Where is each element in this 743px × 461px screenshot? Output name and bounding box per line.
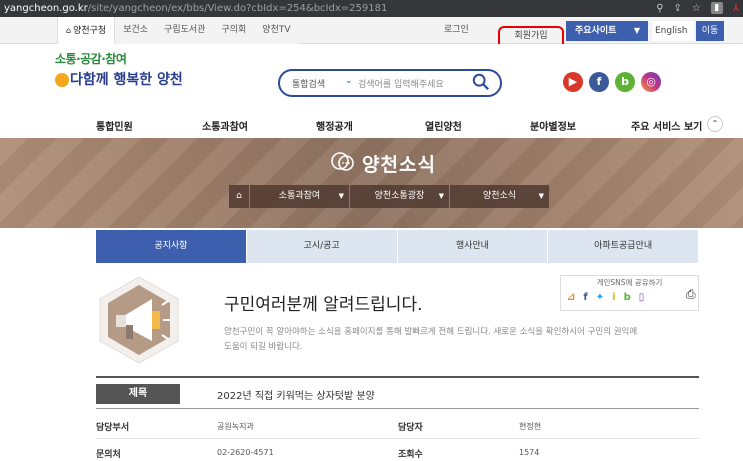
notice-heading: 구민여러분께 알려드립니다. bbox=[224, 295, 423, 315]
sns-links: ▶ f b ◎ bbox=[563, 72, 661, 92]
dept-value: 공원녹지과 bbox=[217, 422, 254, 431]
title-label: 제목 bbox=[96, 384, 180, 404]
facebook-icon[interactable]: f bbox=[583, 292, 587, 303]
pdf-extension-icon[interactable]: ⅄ bbox=[733, 0, 739, 17]
post-detail-table: 제목 2022년 직접 키워먹는 상자텃밭 분양 담당부서 공원녹지과 담당자 … bbox=[96, 376, 699, 461]
search-bar: 통합검색 ⌄ 검색어를 입력해주세요 bbox=[278, 69, 502, 97]
site-logo[interactable]: 소통·공감·참여 다함께 행복한 양천 bbox=[55, 50, 205, 100]
facebook-icon[interactable]: f bbox=[589, 72, 609, 92]
tab-council[interactable]: 구의회 bbox=[213, 17, 255, 44]
tab-yangcheon-tv[interactable]: 양천TV bbox=[254, 17, 299, 44]
post-title: 2022년 직접 키워먹는 상자텃밭 분양 bbox=[217, 391, 375, 402]
blog-icon[interactable]: b bbox=[615, 72, 635, 92]
breadcrumb-communication[interactable]: 소통과참여 ▼ bbox=[250, 185, 350, 208]
top-navigation: ⌂ 양천구청 보건소 구립도서관 구의회 양천TV 로그인 회원가입 주요사이트 ▼… bbox=[0, 17, 743, 56]
search-scope-select[interactable]: 통합검색 bbox=[292, 77, 325, 90]
caret-down-icon: ▼ bbox=[538, 192, 544, 200]
tab-announcements[interactable]: 고시/공고 bbox=[246, 230, 398, 263]
chevron-down-icon: ▼ bbox=[633, 26, 640, 35]
caret-down-icon: ▼ bbox=[438, 192, 444, 200]
extension-icon[interactable]: ▮ bbox=[710, 2, 723, 14]
menu-main-services[interactable]: 주요 서비스 보기 bbox=[631, 118, 702, 133]
site-header: 소통·공감·참여 다함께 행복한 양천 통합검색 ⌄ 검색어를 입력해주세요 ▶… bbox=[0, 44, 743, 111]
breadcrumb-news[interactable]: 양천소식 ▼ bbox=[450, 185, 550, 208]
tab-events[interactable]: 행사안내 bbox=[397, 230, 549, 263]
tab-yangcheon-office[interactable]: ⌂ 양천구청 bbox=[57, 17, 116, 44]
caret-down-icon: ▼ bbox=[338, 192, 344, 200]
share-label: 게인SNS에 공유하기 bbox=[596, 278, 663, 287]
main-menu: 통합민원 소통과참여 행정공개 열린양천 분야별정보 주요 서비스 보기 ⌃ bbox=[0, 111, 743, 138]
star-icon[interactable]: ☆ bbox=[692, 0, 701, 17]
chevron-down-icon[interactable]: ⌄ bbox=[345, 76, 353, 86]
blog-icon[interactable]: b bbox=[624, 292, 631, 303]
manager-value: 현정현 bbox=[519, 422, 542, 431]
chevron-up-icon[interactable]: ⌃ bbox=[707, 116, 723, 132]
logo-slogan: 소통·공감·참여 bbox=[55, 52, 127, 66]
kakaostory-icon[interactable]: ⅰ bbox=[612, 292, 615, 303]
menu-administration[interactable]: 행정공개 bbox=[316, 118, 353, 133]
go-button[interactable]: 이동 bbox=[696, 21, 724, 41]
print-icon[interactable]: ⎙ bbox=[686, 287, 696, 302]
notice-intro: 구민여러분께 알려드립니다. 양천구민이 꼭 알아야하는 소식을 홈페이지를 통… bbox=[96, 275, 699, 365]
home-icon[interactable]: ⌂ bbox=[229, 185, 250, 208]
language-select[interactable]: English ⌄ bbox=[652, 21, 694, 56]
contact-value: 02-2620-4571 bbox=[217, 448, 274, 457]
logo-text: 다함께 행복한 양천 bbox=[70, 72, 183, 88]
tab-apartment-supply[interactable]: 아파트공급안내 bbox=[548, 230, 699, 263]
search-icon[interactable] bbox=[472, 73, 490, 91]
main-sites-dropdown[interactable]: 주요사이트 ▼ bbox=[566, 21, 648, 41]
menu-civil-affairs[interactable]: 통합민원 bbox=[96, 118, 133, 133]
page-title: 양천소식 bbox=[362, 154, 436, 176]
twitter-icon[interactable]: ✦ bbox=[596, 292, 604, 303]
manager-label: 담당자 bbox=[398, 423, 423, 433]
share-box: 게인SNS에 공유하기 ⊿ f ✦ ⅰ b ▯ bbox=[560, 275, 699, 311]
contact-label: 문의처 bbox=[96, 450, 121, 460]
logo-mark-icon bbox=[55, 73, 69, 87]
share-icon[interactable]: ⇪ bbox=[674, 0, 682, 17]
views-value: 1574 bbox=[519, 448, 540, 457]
sub-tabs: 공지사항 고시/공고 행사안내 아파트공급안내 bbox=[96, 230, 699, 263]
browser-address-bar[interactable]: yangcheon.go.kr/site/yangcheon/ex/bbs/Vi… bbox=[0, 0, 743, 17]
search-icon[interactable]: ⚲ bbox=[656, 0, 663, 17]
tab-notices[interactable]: 공지사항 bbox=[96, 230, 247, 263]
menu-communication[interactable]: 소통과참여 bbox=[202, 118, 248, 133]
megaphone-icon bbox=[99, 276, 179, 364]
tab-health-center[interactable]: 보건소 bbox=[115, 17, 157, 44]
bookmark-icon[interactable]: ▯ bbox=[639, 292, 645, 303]
breadcrumb-square[interactable]: 양천소통광장 ▼ bbox=[350, 185, 450, 208]
url-path: /site/yangcheon/ex/bbs/View.do?cbIdx=254… bbox=[87, 3, 388, 14]
notice-description: 양천구민이 꼭 알아야하는 소식을 홈페이지를 통해 발빠르게 전해 드립니다.… bbox=[224, 327, 638, 352]
home-icon: ⌂ bbox=[66, 26, 72, 35]
youtube-icon[interactable]: ▶ bbox=[563, 72, 583, 92]
login-link[interactable]: 로그인 bbox=[444, 17, 469, 44]
menu-by-field[interactable]: 분야별정보 bbox=[530, 118, 576, 133]
menu-open-yangcheon[interactable]: 열린양천 bbox=[425, 118, 462, 133]
url-host: yangcheon.go.kr bbox=[4, 3, 88, 14]
search-input[interactable]: 검색어를 입력해주세요 bbox=[358, 77, 444, 90]
dept-label: 담당부서 bbox=[96, 423, 130, 433]
breadcrumb: ⌂ 소통과참여 ▼ 양천소통광장 ▼ 양천소식 ▼ bbox=[229, 185, 550, 208]
page-banner: 양천소식 bbox=[0, 138, 743, 228]
views-label: 조회수 bbox=[398, 450, 423, 460]
instagram-icon[interactable]: ◎ bbox=[641, 72, 661, 92]
rss-icon[interactable]: ⊿ bbox=[567, 292, 575, 303]
tab-library[interactable]: 구립도서관 bbox=[156, 17, 214, 44]
